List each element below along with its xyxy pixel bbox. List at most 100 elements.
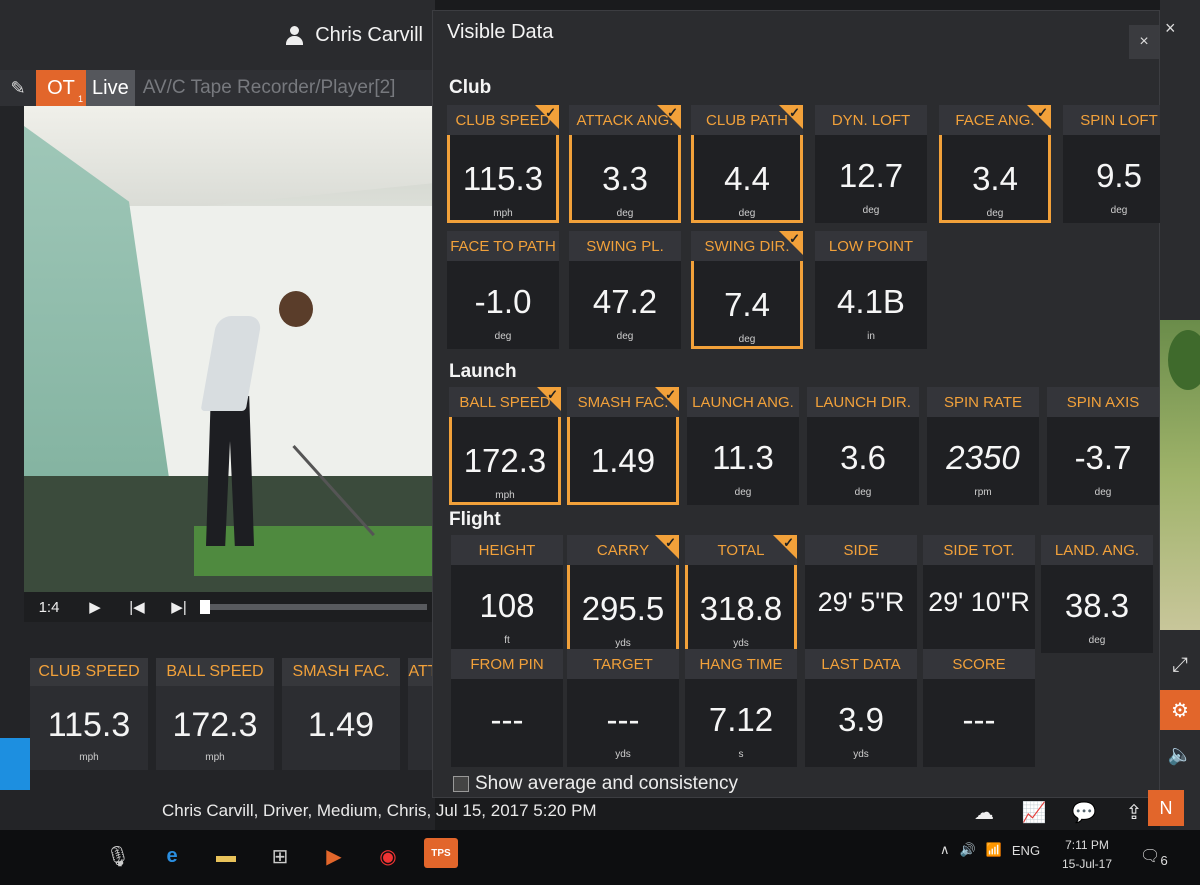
metric-label: HANG TIME — [685, 649, 797, 679]
tab-ot-label: OT — [47, 76, 75, 99]
metric-tile[interactable]: SMASH FAC. 1.49 ✓ — [567, 387, 679, 505]
media-player-icon[interactable]: ▶ — [316, 838, 352, 874]
metric-tile[interactable]: HANG TIME 7.12 s — [685, 649, 797, 767]
expand-icon[interactable]: ⤢ — [1160, 645, 1200, 685]
metric-value: 318.8 — [699, 590, 783, 627]
comment-icon[interactable]: 💬 — [1070, 798, 1098, 826]
volume-icon[interactable]: 🔊 — [960, 842, 976, 858]
metric-tile[interactable]: LAUNCH ANG. 11.3 deg — [687, 387, 799, 505]
bottom-data-tiles: CLUB SPEED 115.3 mph BALL SPEED 172.3 mp… — [30, 658, 438, 770]
bottom-tile[interactable]: SMASH FAC. 1.49 — [282, 658, 400, 770]
metric-label: FACE TO PATH — [447, 231, 559, 261]
metric-tile[interactable]: FROM PIN --- — [451, 649, 563, 767]
section-title-launch: Launch — [449, 361, 517, 382]
bottom-tile[interactable]: CLUB SPEED 115.3 mph — [30, 658, 148, 770]
metric-tile[interactable]: SCORE --- — [923, 649, 1035, 767]
metric-tile[interactable]: SPIN LOFT 9.5 deg — [1063, 105, 1175, 223]
tab-live[interactable]: Live — [86, 70, 135, 106]
microphone-icon[interactable]: 🎙 — [100, 838, 136, 874]
checkmark-icon: ✓ — [665, 387, 676, 402]
export-icon[interactable]: ⇪ — [1120, 798, 1148, 826]
notification-icon[interactable]: 🗨6 — [1140, 846, 1168, 868]
chrome-icon[interactable]: ◉ — [370, 838, 406, 874]
metric-tile[interactable]: SWING PL. 47.2 deg — [569, 231, 681, 349]
close-icon[interactable]: × — [1165, 18, 1176, 39]
language-indicator[interactable]: ENG — [1012, 843, 1040, 858]
user-icon — [285, 26, 303, 46]
metric-tile[interactable]: TARGET --- yds — [567, 649, 679, 767]
metric-tile[interactable]: FACE ANG. 3.4 deg ✓ — [939, 105, 1051, 223]
speaker-icon[interactable]: 🔈 — [1160, 734, 1200, 774]
wifi-icon[interactable]: 📶 — [986, 842, 1002, 858]
tab-ot-badge: 1 — [77, 94, 83, 104]
metric-value: -3.7 — [1074, 439, 1132, 476]
metric-tile[interactable]: LOW POINT 4.1B in — [815, 231, 927, 349]
edge-icon[interactable]: e — [154, 838, 190, 874]
system-tray: ∧ 🔊 📶 ENG — [940, 842, 1040, 858]
metric-label: LAUNCH ANG. — [687, 387, 799, 417]
metric-tile[interactable]: SPIN RATE 2350 rpm — [927, 387, 1039, 505]
play-icon[interactable]: ▶ — [74, 598, 116, 616]
pencil-icon[interactable]: ✎ — [0, 70, 36, 106]
bottom-tile[interactable]: BALL SPEED 172.3 mph — [156, 658, 274, 770]
metric-tile[interactable]: BALL SPEED 172.3 mph ✓ — [449, 387, 561, 505]
metric-tile[interactable]: FACE TO PATH -1.0 deg — [447, 231, 559, 349]
metric-label: TARGET — [567, 649, 679, 679]
checkmark-icon: ✓ — [547, 387, 558, 402]
taskbar-clock[interactable]: 7:11 PM 15-Jul-17 — [1062, 836, 1112, 874]
metric-tile[interactable]: SIDE 29' 5"R — [805, 535, 917, 653]
metric-tile[interactable]: LAUNCH DIR. 3.6 deg — [807, 387, 919, 505]
close-icon[interactable]: × — [1129, 25, 1159, 59]
metric-tile[interactable]: LAND. ANG. 38.3 deg — [1041, 535, 1153, 653]
show-average-checkbox[interactable] — [453, 776, 469, 792]
chevron-up-icon[interactable]: ∧ — [940, 842, 950, 858]
metric-label: LAND. ANG. — [1041, 535, 1153, 565]
tab-recorder[interactable]: AV/C Tape Recorder/Player[2] — [135, 77, 396, 99]
metric-tile[interactable]: TOTAL 318.8 yds ✓ — [685, 535, 797, 653]
metric-tile[interactable]: SIDE TOT. 29' 10"R — [923, 535, 1035, 653]
playback-scrubber[interactable] — [200, 600, 427, 614]
n-button[interactable]: N — [1148, 790, 1184, 826]
gear-icon[interactable]: ⚙ — [1160, 690, 1200, 730]
tab-ot[interactable]: OT 1 — [36, 70, 86, 106]
metric-unit: ft — [504, 635, 510, 646]
metric-value: 3.9 — [838, 701, 884, 738]
step-forward-icon[interactable]: ▶| — [158, 598, 200, 616]
file-explorer-icon[interactable]: ▬ — [208, 838, 244, 874]
swing-video[interactable] — [24, 106, 435, 592]
show-average-toggle[interactable]: Show average and consistency — [453, 773, 738, 795]
metric-value: 1.49 — [590, 442, 656, 479]
chart-icon[interactable]: 📈 — [1020, 798, 1048, 826]
tps-app-icon[interactable]: TPS — [424, 838, 458, 868]
metric-tile[interactable]: SPIN AXIS -3.7 deg — [1047, 387, 1159, 505]
show-average-label: Show average and consistency — [475, 773, 738, 794]
metric-tile[interactable]: SWING DIR. 7.4 deg ✓ — [691, 231, 803, 349]
metric-tile[interactable]: DYN. LOFT 12.7 deg — [815, 105, 927, 223]
metric-unit: deg — [986, 208, 1004, 219]
metric-unit: deg — [1088, 635, 1106, 646]
metric-tile[interactable]: LAST DATA 3.9 yds — [805, 649, 917, 767]
cloud-upload-icon[interactable]: ☁ — [970, 798, 998, 826]
metric-unit: rpm — [974, 487, 992, 498]
store-icon[interactable]: ⊞ — [262, 838, 298, 874]
scrubber-handle[interactable] — [200, 600, 210, 614]
metric-tile[interactable]: ATTACK ANG. 3.3 deg ✓ — [569, 105, 681, 223]
metric-label: LAST DATA — [805, 649, 917, 679]
user-name[interactable]: Chris Carvill — [315, 24, 423, 47]
checkmark-icon: ✓ — [783, 535, 794, 550]
metric-tile[interactable]: HEIGHT 108 ft — [451, 535, 563, 653]
playback-bar: 1:4 ▶ |◀ ▶| — [24, 592, 435, 622]
metric-tile[interactable]: CLUB SPEED 115.3 mph ✓ — [447, 105, 559, 223]
metric-tile[interactable]: CARRY 295.5 yds ✓ — [567, 535, 679, 653]
metric-value: 29' 5"R — [817, 587, 905, 617]
step-back-icon[interactable]: |◀ — [116, 598, 158, 616]
metric-unit: deg — [1110, 205, 1128, 216]
metric-value: 295.5 — [581, 590, 665, 627]
metric-tile[interactable]: CLUB PATH 4.4 deg ✓ — [691, 105, 803, 223]
metric-label: FROM PIN — [451, 649, 563, 679]
bottom-tile-value: 172.3 — [172, 706, 258, 744]
metric-unit: deg — [734, 487, 752, 498]
checkmark-icon: ✓ — [789, 231, 800, 246]
bottom-tile-unit: mph — [79, 752, 99, 763]
checkmark-icon: ✓ — [665, 535, 676, 550]
